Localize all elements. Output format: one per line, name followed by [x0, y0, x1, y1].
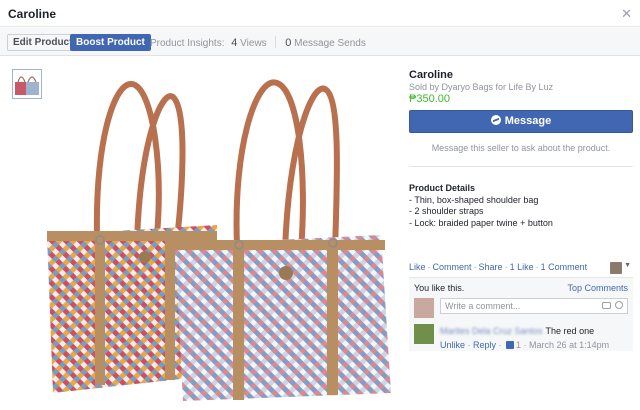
comment-author[interactable]: Marites Dela Cruz Santos	[440, 326, 543, 336]
message-button[interactable]: Message	[409, 110, 633, 133]
sends-count: 0	[285, 37, 292, 49]
you-like-text: You like this.	[414, 283, 465, 293]
details-heading: Product Details	[409, 183, 476, 193]
message-hint: Message this seller to ask about the pro…	[431, 143, 611, 153]
like-link[interactable]: Like	[409, 262, 426, 272]
details-line: - Thin, box-shaped shoulder bag	[409, 194, 539, 205]
sends-label: Message Sends	[294, 38, 366, 49]
likes-count-link[interactable]: 1 Like	[510, 262, 534, 272]
product-toolbar: Edit Product Boost Product Product Insig…	[0, 28, 640, 56]
comment-time[interactable]: March 26 at 1:14pm	[529, 340, 609, 350]
comment-input[interactable]: Write a comment...	[440, 298, 628, 314]
close-icon[interactable]: ✕	[621, 6, 632, 22]
dialog-title: Caroline	[8, 7, 57, 21]
details-line: - Lock: braided paper twine + button	[409, 217, 553, 228]
sticker-icon[interactable]	[615, 301, 623, 309]
comment-placeholder: Write a comment...	[445, 301, 521, 311]
comment-meta: Unlike · Reply · 1 · March 26 at 1:14pm	[440, 340, 610, 350]
boost-product-button[interactable]: Boost Product	[70, 34, 151, 51]
product-price: ₱350.00	[409, 93, 450, 105]
comment-like-count[interactable]: 1	[516, 340, 521, 350]
post-actions: Like · Comment · Share · 1 Like · 1 Comment	[409, 262, 588, 272]
edit-product-button[interactable]: Edit Product	[7, 34, 79, 51]
page-avatar[interactable]	[610, 262, 622, 274]
details-line: - 2 shoulder straps	[409, 206, 484, 216]
top-comments-dropdown[interactable]: Top Comments	[567, 283, 628, 293]
messenger-icon	[490, 115, 501, 125]
product-insights: Product Insights: 4 Views 0 Message Send…	[150, 36, 366, 49]
comment-text: The red one	[545, 326, 595, 336]
product-panel: Caroline Sold by Dyaryo Bags for Life By…	[409, 69, 633, 351]
comments-count-link[interactable]: 1 Comment	[541, 262, 588, 272]
message-button-label: Message	[504, 115, 552, 127]
unlike-link[interactable]: Unlike	[440, 340, 465, 350]
product-seller[interactable]: Sold by Dyaryo Bags for Life By Luz	[409, 82, 633, 92]
comments-box: You like this. Top Comments Write a comm…	[409, 277, 633, 351]
dialog-header: Caroline ✕	[0, 0, 640, 27]
comment-item: Marites Dela Cruz Santos The red one	[440, 326, 594, 336]
thumbs-up-icon	[506, 341, 515, 349]
product-thumbnail[interactable]	[12, 69, 42, 99]
share-link[interactable]: Share	[479, 262, 503, 272]
insights-label: Product Insights:	[150, 38, 225, 49]
product-title: Caroline	[409, 69, 454, 81]
views-count: 4	[231, 37, 238, 49]
insights-divider	[275, 36, 277, 48]
camera-icon[interactable]	[602, 302, 611, 309]
panel-divider	[409, 166, 633, 167]
chevron-down-icon[interactable]: ▼	[624, 262, 631, 269]
views-label: Views	[240, 38, 267, 49]
commenter-avatar[interactable]	[414, 324, 434, 344]
avatar	[414, 298, 434, 318]
comment-link[interactable]: Comment	[433, 262, 472, 272]
product-details: Product Details - Thin, box-shaped shoul…	[409, 183, 633, 229]
reply-link[interactable]: Reply	[473, 340, 496, 350]
product-photo	[47, 79, 391, 401]
